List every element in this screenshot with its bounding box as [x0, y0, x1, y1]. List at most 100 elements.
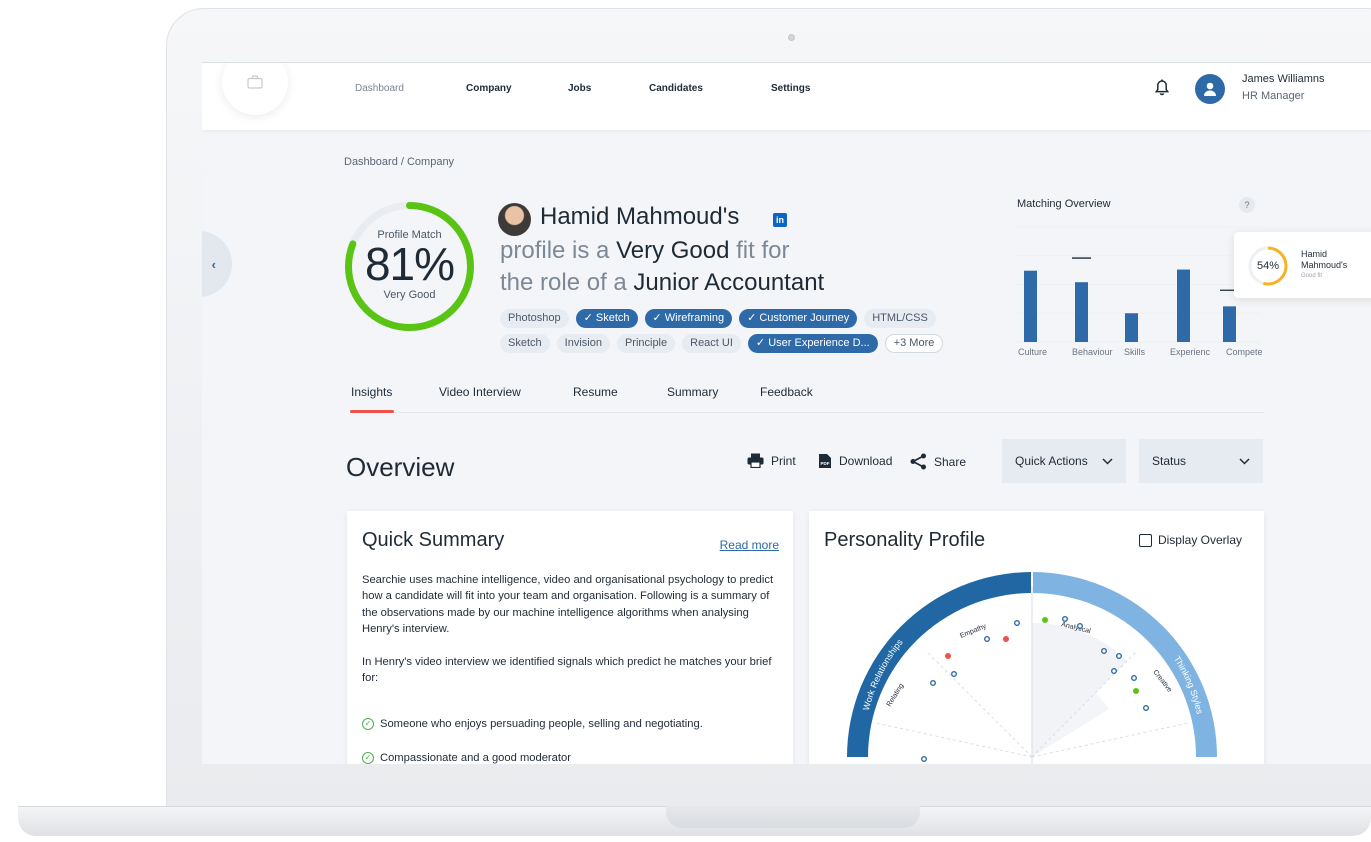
user-avatar-icon[interactable] — [1195, 74, 1225, 104]
tab-feedback[interactable]: Feedback — [760, 385, 813, 399]
x-tick-label: Skills — [1124, 347, 1146, 357]
summary-paragraph-1: Searchie uses machine intelligence, vide… — [362, 574, 774, 636]
skill-tag[interactable]: React UI — [682, 334, 741, 353]
skill-tag[interactable]: ✓ User Experience D... — [747, 334, 878, 353]
bar-culture[interactable] — [1024, 270, 1037, 342]
quick-summary-body: Searchie uses machine intelligence, vide… — [362, 572, 787, 686]
nav-candidates[interactable]: Candidates — [649, 83, 703, 94]
trait-point[interactable] — [944, 652, 951, 659]
bar-skills[interactable] — [1125, 313, 1138, 342]
tab-insights[interactable]: Insights — [351, 385, 392, 399]
skill-tag[interactable]: Principle — [616, 334, 676, 353]
bar-experienc[interactable] — [1177, 269, 1190, 342]
nav-settings[interactable]: Settings — [771, 83, 810, 94]
quick-summary-title: Quick Summary — [362, 529, 505, 551]
user-role: HR Manager — [1242, 90, 1305, 102]
check-circle-icon: ✓ — [362, 718, 374, 730]
role-name: Junior Accountant — [633, 269, 825, 296]
status-label: Status — [1152, 454, 1187, 468]
print-label: Print — [771, 453, 796, 468]
trait-point[interactable] — [1133, 687, 1140, 694]
trait-point[interactable] — [983, 635, 990, 642]
top-navigation: Dashboard Company Jobs Candidates Settin… — [202, 63, 1371, 130]
check-circle-icon: ✓ — [362, 752, 374, 764]
x-tick-label: Experienc — [1170, 347, 1211, 357]
svg-text:PDF: PDF — [821, 461, 830, 466]
personality-wheel: Work Relationships Thinking Styles Empat… — [847, 572, 1217, 764]
laptop-notch — [666, 806, 920, 828]
trait-empathy: Empathy — [959, 623, 988, 640]
skill-tag[interactable]: ✓ Sketch — [575, 309, 638, 328]
download-label: Download — [839, 454, 893, 468]
trait-point[interactable] — [1101, 647, 1108, 654]
trait-point[interactable] — [1111, 667, 1118, 674]
active-tab-indicator — [350, 410, 394, 413]
skill-tag[interactable]: Invision — [556, 334, 610, 353]
skill-tag[interactable]: ✓ Wireframing — [644, 309, 733, 328]
match-popup-card[interactable]: 54% Hamid Mahmoud's Good fit — [1234, 232, 1371, 298]
share-label: Share — [934, 454, 967, 469]
back-arrow-button[interactable]: ‹ — [202, 231, 232, 297]
download-button[interactable]: PDF Download — [818, 453, 892, 469]
trait-point[interactable] — [1116, 652, 1123, 659]
bar-behaviour[interactable] — [1075, 282, 1088, 342]
bell-icon[interactable] — [1154, 79, 1170, 102]
nav-company[interactable]: Company — [466, 83, 512, 94]
candidate-name: Hamid Mahmoud's — [540, 203, 740, 230]
trait-point[interactable] — [920, 755, 927, 762]
user-name[interactable]: James Williamns — [1242, 73, 1325, 85]
trait-point[interactable] — [1002, 635, 1009, 642]
chevron-down-icon — [1102, 457, 1113, 465]
skill-tag[interactable]: Sketch — [500, 334, 550, 353]
quick-actions-label: Quick Actions — [1015, 454, 1088, 468]
app-screen: Dashboard Company Jobs Candidates Settin… — [202, 62, 1371, 764]
fit-rating: Very Good — [616, 237, 730, 264]
help-icon[interactable]: ? — [1239, 197, 1255, 213]
fit-line3-prefix: the role of a — [500, 269, 634, 296]
status-dropdown[interactable]: Status — [1139, 439, 1263, 483]
tab-video-interview[interactable]: Video Interview — [439, 385, 521, 399]
tab-bar: Insights Video Interview Resume Summary … — [350, 383, 1264, 413]
fit-statement: profile is a Very Good fit for the role … — [500, 235, 824, 299]
tab-summary[interactable]: Summary — [667, 385, 718, 399]
share-button[interactable]: Share — [910, 453, 966, 470]
print-button[interactable]: Print — [747, 453, 796, 468]
profile-match-value: 81% — [364, 238, 455, 290]
list-item: ✓ Someone who enjoys persuading people, … — [362, 718, 703, 730]
overview-title: Overview — [346, 452, 455, 482]
webcam-icon — [788, 34, 795, 41]
linkedin-icon[interactable]: in — [773, 213, 787, 227]
trait-point[interactable] — [1013, 619, 1020, 626]
trait-point[interactable] — [929, 679, 936, 686]
candidate-photo — [498, 203, 531, 236]
trait-relating: Relating — [886, 682, 906, 708]
skill-tag[interactable]: +3 More — [884, 334, 944, 353]
skill-tag[interactable]: HTML/CSS — [864, 309, 936, 328]
trait-point[interactable] — [1041, 616, 1048, 623]
x-tick-label: Culture — [1018, 347, 1047, 357]
matching-overview-title: Matching Overview — [1017, 198, 1111, 210]
share-icon — [910, 453, 926, 470]
read-more-link[interactable]: Read more — [720, 538, 779, 552]
list-item: ✓ Compassionate and a good moderator — [362, 752, 571, 764]
bar-compete[interactable] — [1223, 306, 1236, 342]
nav-jobs[interactable]: Jobs — [568, 83, 591, 94]
trait-point[interactable] — [1061, 615, 1068, 622]
briefcase-logo-icon[interactable] — [222, 63, 288, 115]
trait-point[interactable] — [1131, 674, 1138, 681]
skill-tag[interactable]: Photoshop — [500, 309, 569, 328]
quick-actions-dropdown[interactable]: Quick Actions — [1002, 439, 1126, 483]
trait-point[interactable] — [1077, 622, 1084, 629]
summary-bullet-2: Compassionate and a good moderator — [380, 752, 571, 764]
nav-dashboard[interactable]: Dashboard — [355, 83, 404, 94]
tab-resume[interactable]: Resume — [573, 385, 618, 399]
popup-subtitle: Good fit — [1301, 273, 1323, 279]
trait-point[interactable] — [1143, 704, 1150, 711]
printer-icon — [747, 453, 764, 468]
chevron-down-icon — [1239, 457, 1250, 465]
personality-profile-card: Personality Profile Display Overlay Work… — [809, 511, 1264, 764]
quick-summary-card: Quick Summary Read more Searchie uses ma… — [347, 511, 793, 764]
trait-point[interactable] — [950, 670, 957, 677]
skill-tag[interactable]: ✓ Customer Journey — [739, 309, 858, 328]
profile-match-rating: Very Good — [383, 289, 436, 301]
